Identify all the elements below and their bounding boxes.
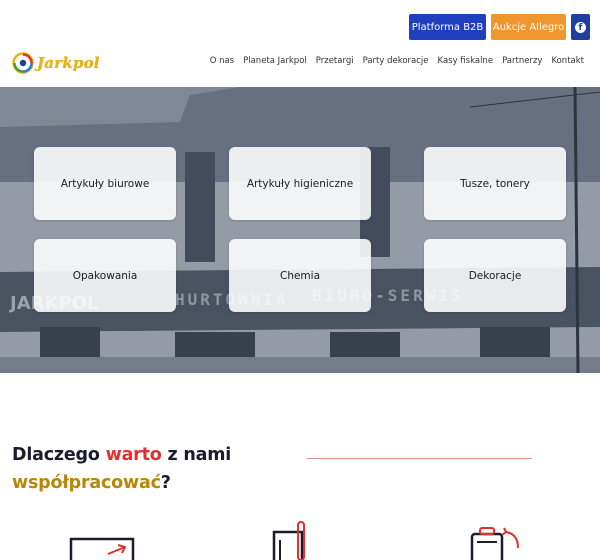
main-nav: O nas Planeta Jarkpol Przetargi Party de…: [210, 56, 584, 66]
why-heading-highlight: warto: [105, 445, 162, 465]
delivery-box-icon: [470, 527, 519, 560]
logo-text: Jarkpol: [37, 54, 100, 72]
document-pen-icon: [272, 521, 305, 560]
why-heading-part2: z nami: [161, 445, 232, 465]
section-divider-line: [307, 458, 532, 459]
category-tile-hygiene[interactable]: Artykuły higieniczne: [229, 147, 371, 220]
b2b-platform-button[interactable]: Platforma B2B: [409, 14, 486, 40]
nav-item-przetargi[interactable]: Przetargi: [316, 56, 354, 66]
nav-item-partnerzy[interactable]: Partnerzy: [502, 56, 542, 66]
allegro-auctions-button[interactable]: Aukcje Allegro: [491, 14, 566, 40]
hero-signage: JARKPOL HURTOWNIA BIURO-SERWIS: [8, 286, 461, 314]
nav-item-kontakt[interactable]: Kontakt: [551, 56, 584, 66]
nav-item-o-nas[interactable]: O nas: [210, 56, 234, 66]
hero-section: JARKPOL HURTOWNIA BIURO-SERWIS Artykuły …: [0, 87, 600, 373]
facebook-button[interactable]: f: [571, 14, 590, 40]
why-heading-question: ?: [160, 473, 171, 493]
logo-swirl-icon: [12, 52, 34, 74]
category-tile-inks-toners[interactable]: Tusze, tonery: [424, 147, 566, 220]
category-tile-decorations[interactable]: Dekoracje: [424, 239, 566, 312]
why-us-heading: Dlaczego warto z nami współpracować?: [12, 441, 231, 497]
facebook-icon: f: [575, 21, 586, 33]
why-heading-part1: Dlaczego: [12, 445, 106, 465]
nav-item-party-dekoracje[interactable]: Party dekoracje: [363, 56, 429, 66]
nav-item-planeta-jarkpol[interactable]: Planeta Jarkpol: [243, 56, 307, 66]
nav-item-kasy-fiskalne[interactable]: Kasy fiskalne: [438, 56, 494, 66]
category-tile-chemicals[interactable]: Chemia: [229, 239, 371, 312]
growth-chart-icon: [69, 537, 135, 560]
site-logo[interactable]: Jarkpol: [12, 50, 100, 76]
category-tile-office-supplies[interactable]: Artykuły biurowe: [34, 147, 176, 220]
top-bar: Platforma B2B Aukcje Allegro f Jarkpol O…: [0, 0, 600, 88]
category-tile-packaging[interactable]: Opakowania: [34, 239, 176, 312]
why-heading-line2: współpracować: [12, 473, 161, 493]
